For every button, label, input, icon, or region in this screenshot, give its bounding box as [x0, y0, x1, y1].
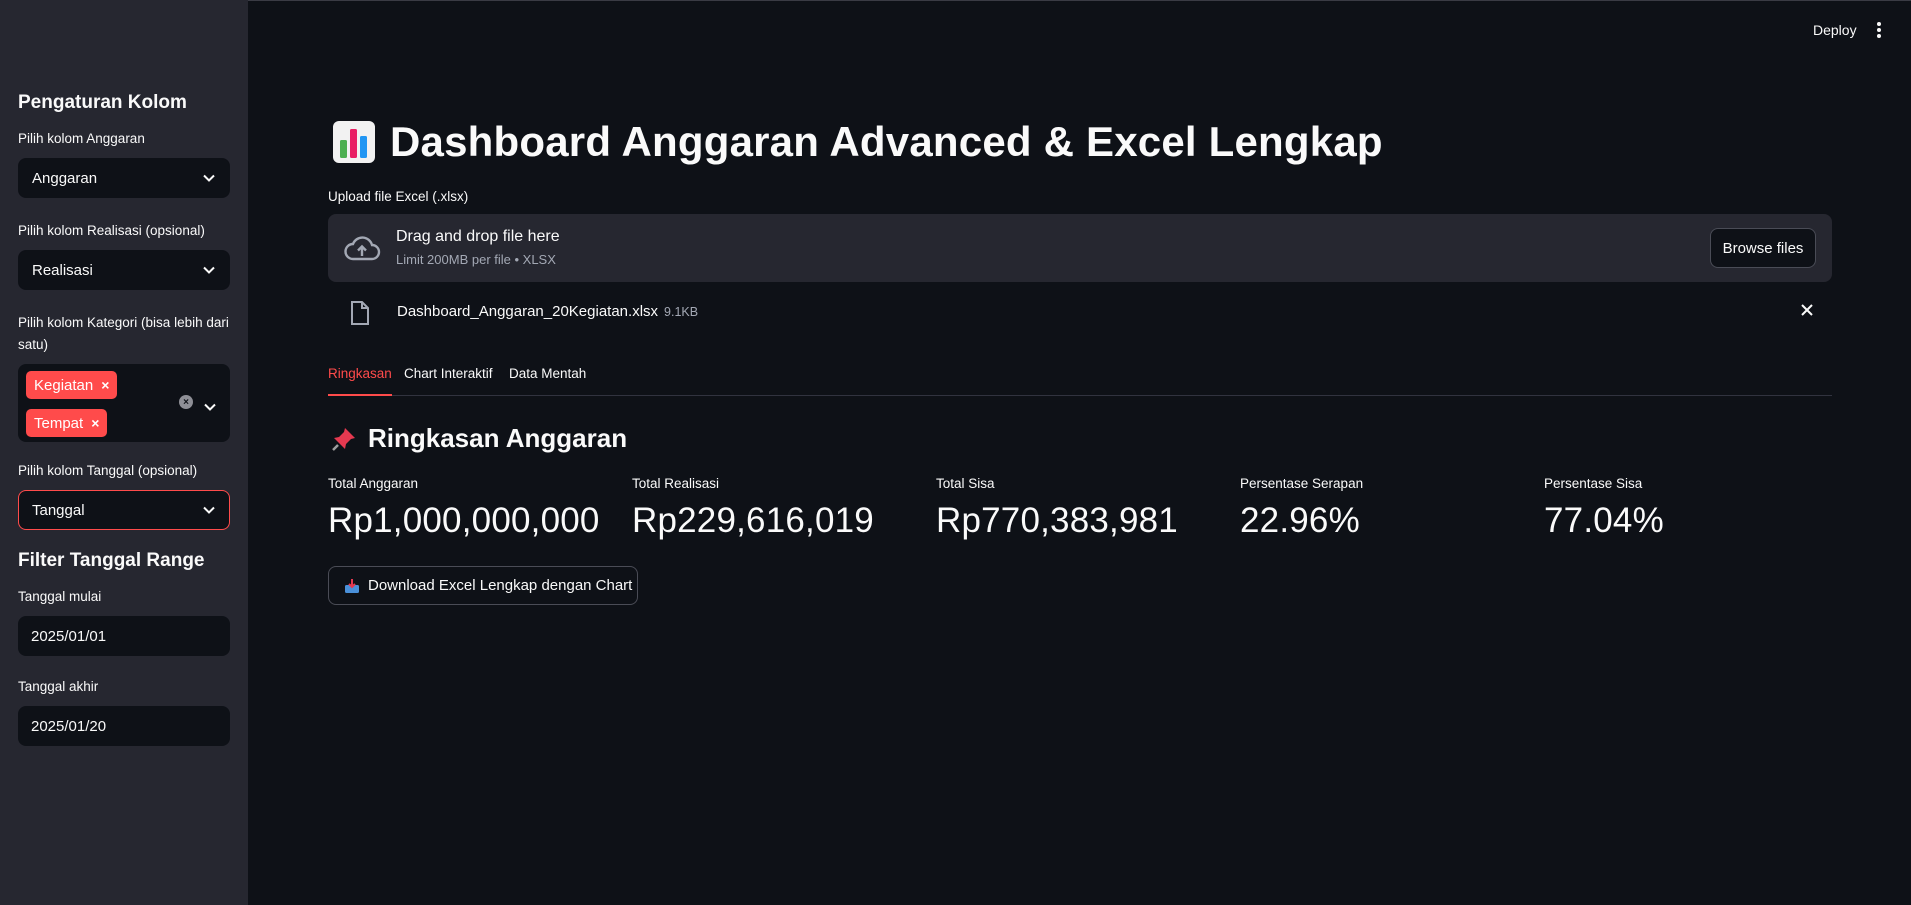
metric-persentase-serapan: Persentase Serapan 22.96%: [1240, 476, 1363, 541]
tanggal-select-value: Tanggal: [32, 501, 85, 519]
metric-label: Total Anggaran: [328, 476, 419, 491]
chevron-down-icon: [203, 174, 215, 182]
uploaded-file-row: Dashboard_Anggaran_20Kegiatan.xlsx 9.1KB: [328, 298, 1832, 328]
metric-value: Rp770,383,981: [936, 501, 1178, 540]
chevron-down-icon: [203, 266, 215, 274]
cloud-upload-icon: [344, 236, 381, 261]
tab-data-mentah[interactable]: Data Mentah: [509, 366, 586, 396]
metric-label: Persentase Serapan: [1240, 476, 1364, 491]
file-dropzone[interactable]: Drag and drop file here Limit 200MB per …: [328, 214, 1832, 282]
tab-ringkasan[interactable]: Ringkasan: [328, 366, 392, 396]
tag-tempat: Tempat ×: [26, 409, 108, 437]
realisasi-label: Pilih kolom Realisasi (opsional): [18, 223, 205, 238]
metric-total-realisasi: Total Realisasi Rp229,616,019: [632, 476, 874, 541]
metric-value: 22.96%: [1240, 501, 1360, 540]
download-excel-button[interactable]: Download Excel Lengkap dengan Chart: [328, 566, 638, 605]
kebab-menu-icon[interactable]: [1876, 22, 1882, 38]
tag-remove-icon[interactable]: ×: [101, 377, 109, 393]
kategori-multiselect[interactable]: Kegiatan × Tempat × ×: [18, 364, 230, 442]
sidebar-section-title-columns: Pengaturan Kolom: [18, 92, 187, 113]
metric-label: Total Sisa: [936, 476, 995, 491]
dropzone-limit: Limit 200MB per file • XLSX: [396, 252, 556, 267]
dropzone-text: Drag and drop file here: [396, 228, 560, 245]
sidebar-section-title-date-filter: Filter Tanggal Range: [18, 550, 205, 571]
realisasi-select[interactable]: Realisasi: [18, 250, 230, 290]
clear-all-icon[interactable]: ×: [179, 395, 193, 409]
end-date-input[interactable]: 2025/01/20: [18, 706, 230, 746]
tab-bar: Ringkasan Chart Interaktif Data Mentah: [328, 362, 1832, 396]
section-header: Ringkasan Anggaran: [330, 423, 627, 454]
page-title-row: Dashboard Anggaran Advanced & Excel Leng…: [332, 118, 1383, 166]
inbox-tray-icon: [345, 578, 359, 593]
realisasi-select-value: Realisasi: [32, 261, 93, 279]
tab-chart-interaktif[interactable]: Chart Interaktif: [404, 366, 493, 396]
anggaran-select-value: Anggaran: [32, 169, 98, 187]
start-date-value: 2025/01/01: [31, 627, 107, 645]
tag-label: Kegiatan: [34, 376, 94, 394]
tag-label: Tempat: [34, 414, 84, 432]
browse-files-button[interactable]: Browse files: [1710, 228, 1816, 268]
page-title: Dashboard Anggaran Advanced & Excel Leng…: [390, 118, 1383, 165]
anggaran-select[interactable]: Anggaran: [18, 158, 230, 198]
file-name: Dashboard_Anggaran_20Kegiatan.xlsx 9.1KB: [397, 303, 698, 320]
tag-remove-icon[interactable]: ×: [91, 415, 99, 431]
end-date-value: 2025/01/20: [31, 717, 107, 735]
file-name-text: Dashboard_Anggaran_20Kegiatan.xlsx: [397, 303, 659, 320]
sidebar: Pengaturan Kolom Pilih kolom Anggaran An…: [0, 0, 248, 905]
metric-value: Rp1,000,000,000: [328, 501, 600, 540]
anggaran-label: Pilih kolom Anggaran: [18, 131, 145, 146]
top-border: [0, 0, 1911, 1]
metric-persentase-sisa: Persentase Sisa 77.04%: [1544, 476, 1664, 541]
tag-kegiatan: Kegiatan ×: [26, 371, 118, 399]
metric-value: 77.04%: [1544, 501, 1664, 540]
kategori-label: Pilih kolom Kategori (bisa lebih dari sa…: [18, 315, 229, 352]
metric-label: Total Realisasi: [632, 476, 720, 491]
end-date-label: Tanggal akhir: [18, 679, 99, 694]
chevron-down-icon: [203, 506, 215, 514]
file-size: 9.1KB: [664, 305, 699, 319]
chevron-down-icon[interactable]: [204, 398, 216, 416]
start-date-input[interactable]: 2025/01/01: [18, 616, 230, 656]
download-button-label: Download Excel Lengkap dengan Chart: [368, 577, 633, 594]
metric-value: Rp229,616,019: [632, 501, 874, 540]
start-date-label: Tanggal mulai: [18, 589, 102, 604]
file-icon: [351, 301, 369, 325]
tanggal-label: Pilih kolom Tanggal (opsional): [18, 463, 198, 478]
deploy-button[interactable]: Deploy: [1813, 22, 1857, 38]
close-icon[interactable]: [1800, 303, 1814, 317]
metric-label: Persentase Sisa: [1544, 476, 1643, 491]
tanggal-select[interactable]: Tanggal: [18, 490, 230, 530]
pushpin-icon: [332, 427, 355, 451]
metric-total-anggaran: Total Anggaran Rp1,000,000,000: [328, 476, 600, 541]
upload-label: Upload file Excel (.xlsx): [328, 189, 469, 204]
section-title: Ringkasan Anggaran: [368, 423, 628, 453]
bar-chart-icon: [333, 121, 375, 163]
metric-total-sisa: Total Sisa Rp770,383,981: [936, 476, 1178, 541]
